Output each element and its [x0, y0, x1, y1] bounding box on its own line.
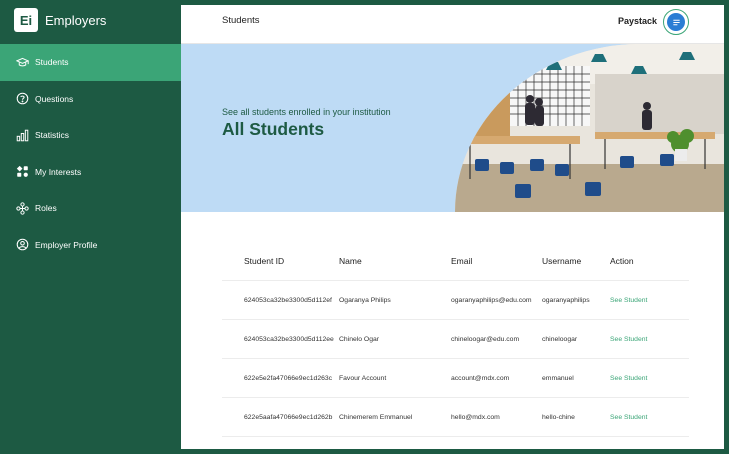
student-id: 622e5e2fa47066e9ec1d263c	[244, 374, 333, 382]
hero-title: All Students	[222, 119, 325, 139]
sidebar-item-label: Students	[35, 57, 69, 68]
student-name: Chinemerem Emmanuel	[339, 413, 413, 421]
apps-icon	[15, 165, 29, 179]
top-bar: Students Paystack	[181, 5, 724, 44]
table-row: 622e5e2fa47066e9ec1d263c Favour Account …	[222, 359, 689, 398]
office-photo	[455, 44, 724, 212]
column-header: Action	[610, 255, 634, 266]
network-icon	[15, 201, 29, 215]
see-student-link[interactable]: See Student	[610, 297, 647, 304]
brand-name: Employers	[45, 12, 107, 28]
hero-subtitle: See all students enrolled in your instit…	[222, 107, 391, 117]
menu-button[interactable]	[663, 9, 689, 35]
see-student-link[interactable]: See Student	[610, 375, 647, 382]
hero-banner: See all students enrolled in your instit…	[181, 44, 724, 212]
student-username: chineloogar	[542, 335, 578, 343]
table-row: 622e5aafa47066e9ec1d262b Chinemerem Emma…	[222, 398, 689, 437]
column-header: Email	[451, 255, 473, 266]
sidebar-item-label: Statistics	[35, 130, 70, 141]
sidebar-nav: Students Questions Statistics My Interes…	[0, 44, 181, 263]
students-table: Student ID Name Email Username Action 62…	[222, 241, 689, 437]
table-header: Student ID Name Email Username Action	[222, 241, 689, 281]
sidebar-item-students[interactable]: Students	[0, 44, 181, 81]
sidebar-item-questions[interactable]: Questions	[0, 81, 181, 118]
sidebar-item-employer-profile[interactable]: Employer Profile	[0, 227, 181, 264]
brand[interactable]: Ei Employers	[14, 8, 106, 32]
student-username: emmanuel	[542, 374, 574, 382]
graduation-cap-icon	[15, 55, 29, 69]
see-student-link[interactable]: See Student	[610, 336, 647, 343]
student-email: hello@mdx.com	[451, 413, 500, 421]
column-header: Student ID	[244, 255, 285, 266]
student-id: 624053ca32be3300d5d112ef	[244, 296, 332, 304]
student-username: hello-chine	[542, 413, 575, 421]
student-name: Ogaranya Philips	[339, 296, 391, 304]
student-email: account@mdx.com	[451, 374, 510, 382]
brand-logo: Ei	[14, 8, 38, 32]
see-student-link[interactable]: See Student	[610, 414, 647, 421]
user-circle-icon	[15, 238, 29, 252]
student-id: 624053ca32be3300d5d112ee	[244, 335, 334, 343]
sidebar: Ei Employers Students Questions Statisti…	[0, 0, 181, 454]
sidebar-item-label: Questions	[35, 93, 74, 104]
student-email: chineloogar@edu.com	[451, 335, 520, 343]
student-id: 622e5aafa47066e9ec1d262b	[244, 413, 333, 421]
sidebar-item-label: Roles	[35, 203, 57, 214]
student-name: Chinelo Ogar	[339, 335, 380, 343]
student-name: Favour Account	[339, 374, 387, 382]
student-email: ogaranyaphilips@edu.com	[451, 296, 532, 304]
question-circle-icon	[15, 92, 29, 106]
column-header: Name	[339, 255, 362, 266]
sidebar-item-label: Employer Profile	[35, 239, 98, 250]
student-username: ogaranyaphilips	[542, 296, 590, 304]
page-title: Students	[222, 15, 260, 26]
sidebar-item-statistics[interactable]: Statistics	[0, 117, 181, 154]
sidebar-item-my-interests[interactable]: My Interests	[0, 154, 181, 191]
column-header: Username	[542, 255, 582, 266]
table-row: 624053ca32be3300d5d112ef Ogaranya Philip…	[222, 281, 689, 320]
main-content: Students Paystack See all students enrol…	[181, 5, 724, 449]
sidebar-item-label: My Interests	[35, 166, 82, 177]
company-name: Paystack	[617, 16, 657, 26]
bar-chart-icon	[15, 128, 29, 142]
menu-icon	[667, 13, 685, 31]
sidebar-item-roles[interactable]: Roles	[0, 190, 181, 227]
table-row: 624053ca32be3300d5d112ee Chinelo Ogar ch…	[222, 320, 689, 359]
